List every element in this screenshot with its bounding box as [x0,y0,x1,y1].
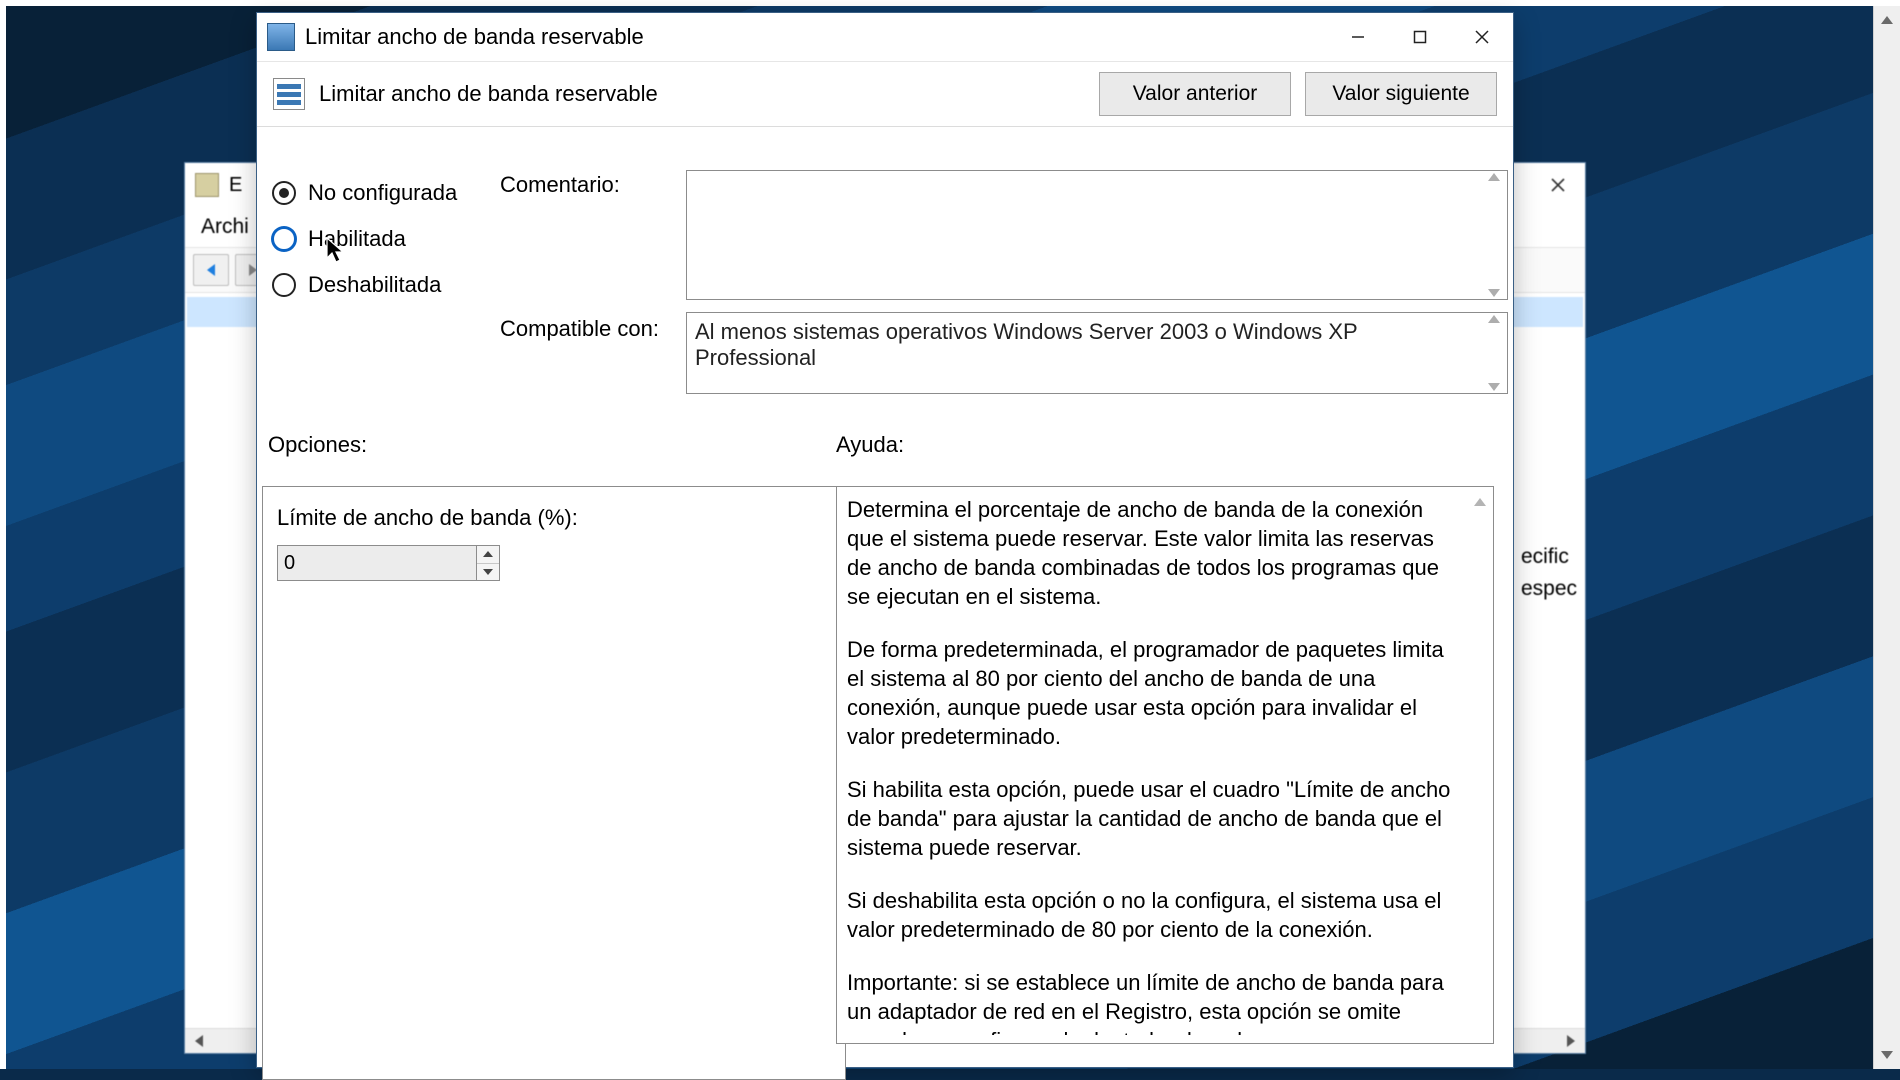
policy-header: Limitar ancho de banda reservable Valor … [257,61,1513,127]
compatible-textbox: Al menos sistemas operativos Windows Ser… [686,312,1508,394]
radio-disabled[interactable]: Deshabilitada [272,262,502,308]
scroll-up-icon[interactable] [1488,173,1500,181]
next-setting-button[interactable]: Valor siguiente [1305,72,1497,116]
bg-text: ecific [1521,545,1581,569]
maximize-button[interactable] [1389,17,1451,57]
radio-label: Habilitada [308,226,406,252]
comment-input[interactable] [687,171,1539,311]
app-icon [195,173,219,197]
help-paragraph: De forma predeterminada, el programador … [847,635,1463,751]
help-panel: Determina el porcentaje de ancho de band… [836,486,1494,1044]
help-text: Determina el porcentaje de ancho de band… [847,495,1463,1035]
bg-title: E [229,174,242,197]
previous-setting-button[interactable]: Valor anterior [1099,72,1291,116]
options-panel: Límite de ancho de banda (%): [262,486,846,1080]
radio-label: No configurada [308,180,457,206]
textbox-scrollbar[interactable] [1483,173,1505,297]
close-icon[interactable] [1541,168,1575,202]
radio-enabled[interactable]: Habilitada [272,216,502,262]
comment-label: Comentario: [500,172,620,198]
help-paragraph: Importante: si se establece un límite de… [847,968,1463,1035]
comment-textbox[interactable] [686,170,1508,300]
scroll-down-icon[interactable] [1488,289,1500,297]
radio-icon[interactable] [272,227,296,251]
page-scrollbar[interactable] [1873,6,1900,1069]
scroll-up-icon[interactable] [1488,315,1500,323]
spinner-down-icon[interactable] [477,564,499,581]
scroll-left-icon[interactable] [185,1029,213,1053]
dialog-title: Limitar ancho de banda reservable [305,24,644,50]
compatible-label: Compatible con: [500,316,659,342]
bg-menu-item[interactable]: Archi [201,215,249,239]
policy-name: Limitar ancho de banda reservable [319,81,658,107]
help-paragraph: Determina el porcentaje de ancho de band… [847,495,1463,611]
scroll-track[interactable] [1874,34,1900,1041]
bandwidth-limit-input[interactable] [277,545,477,581]
bg-text: espec [1521,577,1581,601]
mouse-cursor-icon [326,237,346,265]
back-button[interactable] [193,254,229,286]
state-radio-group: No configurada Habilitada Deshabilitada [272,170,502,308]
scroll-up-icon[interactable] [1469,491,1491,513]
spinner-buttons[interactable] [477,545,500,581]
help-label: Ayuda: [836,432,904,458]
radio-label: Deshabilitada [308,272,441,298]
titlebar[interactable]: Limitar ancho de banda reservable [257,13,1513,61]
compatible-value: Al menos sistemas operativos Windows Ser… [695,319,1479,371]
scroll-down-icon[interactable] [1488,383,1500,391]
textbox-scrollbar[interactable] [1483,315,1505,391]
radio-icon[interactable] [272,273,296,297]
help-paragraph: Si habilita esta opción, puede usar el c… [847,775,1463,862]
scroll-up-icon[interactable] [1874,6,1900,34]
minimize-button[interactable] [1327,17,1389,57]
bandwidth-limit-label: Límite de ancho de banda (%): [277,505,831,531]
radio-icon[interactable] [272,181,296,205]
frame-border [0,0,1900,6]
scroll-right-icon[interactable] [1557,1029,1585,1053]
close-button[interactable] [1451,17,1513,57]
spinner-up-icon[interactable] [477,546,499,564]
scroll-down-icon[interactable] [1874,1041,1900,1069]
help-paragraph: Si deshabilita esta opción o no la confi… [847,886,1463,944]
options-label: Opciones: [268,432,367,458]
radio-not-configured[interactable]: No configurada [272,170,502,216]
frame-border [0,0,6,1069]
policy-icon [273,78,305,110]
policy-app-icon [267,23,295,51]
